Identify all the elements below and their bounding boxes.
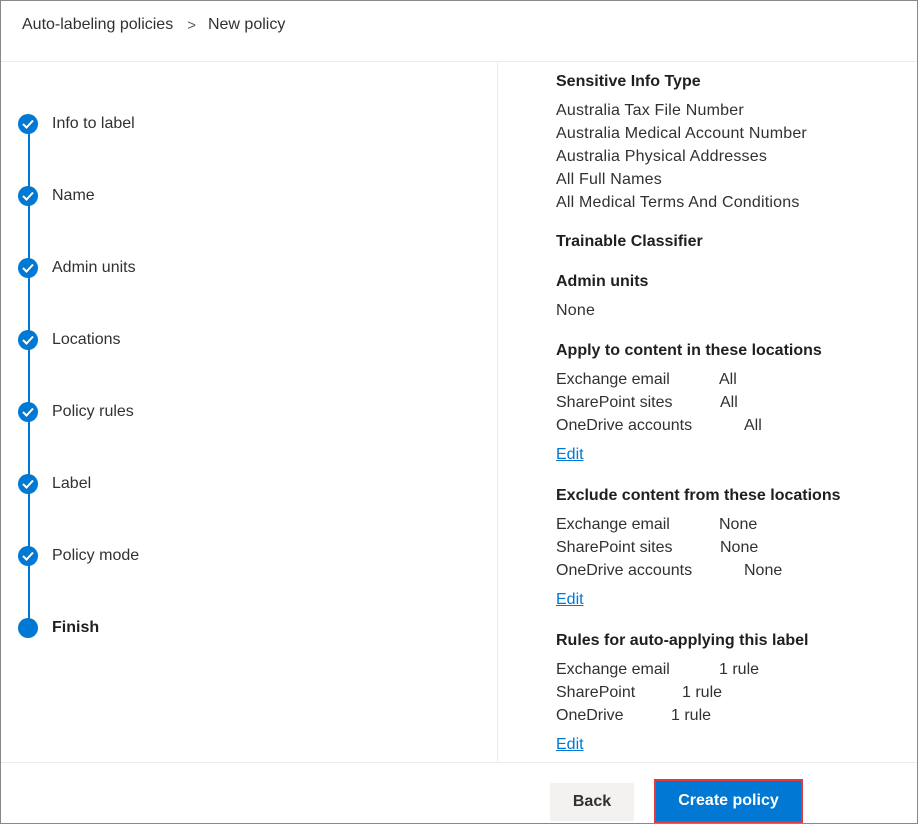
section-title-apply-locations: Apply to content in these locations <box>556 342 822 359</box>
step-finish[interactable]: Finish <box>18 617 99 639</box>
step-info-to-label[interactable]: Info to label <box>18 113 135 135</box>
rule-row: Exchange email 1 rule <box>556 661 759 679</box>
step-label: Policy mode <box>52 547 140 564</box>
edit-apply-locations-link[interactable]: Edit <box>556 446 584 464</box>
rule-location-name: Exchange email <box>556 661 670 678</box>
check-icon <box>18 546 38 566</box>
location-value: None <box>744 562 783 579</box>
location-name: SharePoint sites <box>556 539 673 556</box>
edit-rules-link[interactable]: Edit <box>556 736 584 754</box>
rule-count: 1 rule <box>719 661 760 678</box>
rule-row: SharePoint 1 rule <box>556 684 722 702</box>
wizard-panel: Auto-labeling policies > New policy Info… <box>0 0 918 824</box>
section-title-trainable-classifier: Trainable Classifier <box>556 233 703 250</box>
step-label: Finish <box>52 619 100 636</box>
location-name: OneDrive accounts <box>556 417 693 434</box>
pane-divider <box>497 62 498 762</box>
check-icon <box>18 474 38 494</box>
location-value: None <box>720 539 759 556</box>
step-name[interactable]: Name <box>18 185 95 207</box>
location-name: SharePoint sites <box>556 394 673 411</box>
check-icon <box>18 330 38 350</box>
step-policy-mode[interactable]: Policy mode <box>18 545 139 567</box>
breadcrumb-separator: > <box>187 16 196 34</box>
rule-count: 1 rule <box>682 684 723 701</box>
rule-location-name: SharePoint <box>556 684 636 701</box>
current-step-dot-icon <box>18 618 38 638</box>
step-label: Locations <box>52 331 121 348</box>
step-admin-units[interactable]: Admin units <box>18 257 136 279</box>
back-button[interactable]: Back <box>550 783 634 821</box>
breadcrumb-current: New policy <box>207 16 286 33</box>
breadcrumb-parent-link[interactable]: Auto-labeling policies <box>22 16 173 34</box>
rule-row: OneDrive 1 rule <box>556 707 711 725</box>
apply-location-row: SharePoint sites All <box>556 394 738 412</box>
exclude-location-row: Exchange email None <box>556 516 757 534</box>
breadcrumb: Auto-labeling policies > New policy <box>22 16 285 34</box>
sensitive-info-item: Australia Medical Account Number <box>556 125 807 142</box>
check-icon <box>18 258 38 278</box>
apply-location-row: Exchange email All <box>556 371 737 389</box>
admin-units-value: None <box>556 302 596 319</box>
sensitive-info-item: Australia Physical Addresses <box>556 148 768 165</box>
rule-location-name: OneDrive <box>556 707 624 724</box>
step-policy-rules[interactable]: Policy rules <box>18 401 134 423</box>
step-locations[interactable]: Locations <box>18 329 121 351</box>
location-name: Exchange email <box>556 516 670 533</box>
exclude-location-row: OneDrive accounts None <box>556 562 782 580</box>
create-policy-button[interactable]: Create policy <box>656 781 801 821</box>
location-name: OneDrive accounts <box>556 562 693 579</box>
step-label: Name <box>52 187 95 204</box>
step-label-step[interactable]: Label <box>18 473 91 495</box>
exclude-location-row: SharePoint sites None <box>556 539 758 557</box>
check-icon <box>18 114 38 134</box>
footer-divider <box>1 762 917 763</box>
rule-count: 1 rule <box>671 707 712 724</box>
location-value: All <box>719 371 737 388</box>
step-label: Policy rules <box>52 403 134 420</box>
section-title-exclude-locations: Exclude content from these locations <box>556 487 841 504</box>
section-title-sensitive-info: Sensitive Info Type <box>556 73 701 90</box>
location-value: All <box>744 417 762 434</box>
step-label: Admin units <box>52 259 136 276</box>
wizard-stepper: Info to label Name Admin units Locations <box>1 62 497 762</box>
step-label: Label <box>52 475 92 492</box>
check-icon <box>18 186 38 206</box>
check-icon <box>18 402 38 422</box>
section-title-admin-units: Admin units <box>556 273 649 290</box>
apply-location-row: OneDrive accounts All <box>556 417 762 435</box>
step-label: Info to label <box>52 115 135 132</box>
section-title-rules: Rules for auto-applying this label <box>556 632 809 649</box>
location-name: Exchange email <box>556 371 670 388</box>
location-value: None <box>719 516 758 533</box>
sensitive-info-item: All Medical Terms And Conditions <box>556 194 800 211</box>
sensitive-info-item: All Full Names <box>556 171 662 188</box>
edit-exclude-locations-link[interactable]: Edit <box>556 591 584 609</box>
sensitive-info-item: Australia Tax File Number <box>556 102 744 119</box>
location-value: All <box>720 394 738 411</box>
